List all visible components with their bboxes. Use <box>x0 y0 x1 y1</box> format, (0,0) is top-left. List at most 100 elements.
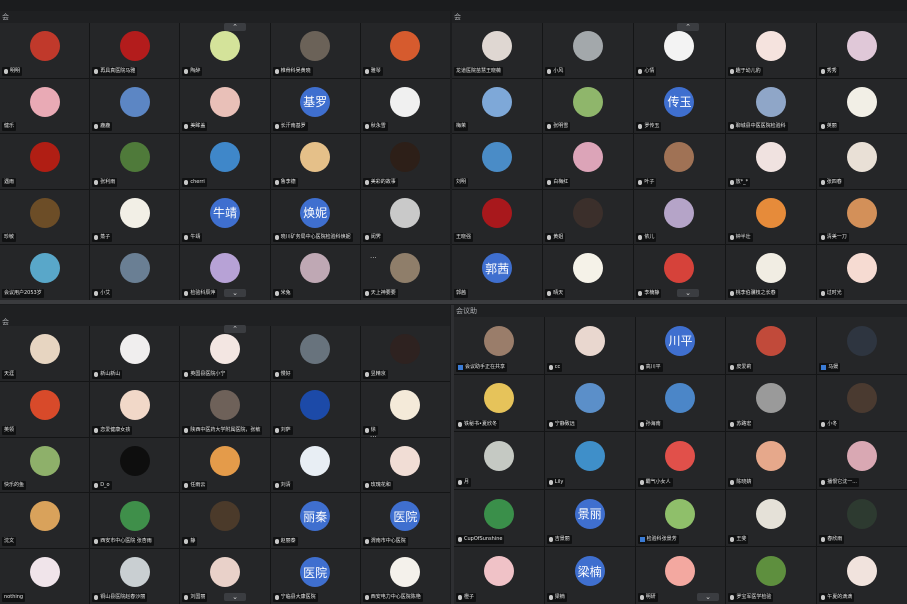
participant-tile[interactable]: 静 <box>180 493 270 549</box>
participant-tile[interactable]: 孙海南 <box>635 374 726 432</box>
participant-tile[interactable]: 快乐的鱼 <box>0 437 90 493</box>
participant-tile[interactable]: 刘萨 <box>270 381 360 437</box>
participant-tile[interactable]: 叶子 <box>634 134 725 189</box>
participant-tile[interactable]: 米兔 <box>270 245 360 300</box>
participant-tile[interactable]: nothing <box>0 549 90 604</box>
participant-tile[interactable]: 牛靖 牛靖 <box>180 189 270 245</box>
participant-tile[interactable]: 晴天 <box>543 245 634 300</box>
participant-tile[interactable]: 焕妮 晓川矿务局中心医院检验科焕妮 <box>270 189 360 245</box>
participant-tile[interactable]: 基罗 长汗南基罗 <box>270 78 360 134</box>
participant-tile[interactable]: 龙道医院苗慧王晓薇 <box>452 23 543 78</box>
participant-tile[interactable]: 川平 高川平 <box>635 317 726 374</box>
participant-tile[interactable]: 新山新山 <box>90 326 180 381</box>
participant-tile[interactable]: 沈文 <box>0 493 90 549</box>
more-dots[interactable]: ··· <box>370 254 377 262</box>
participant-tile[interactable]: 英丽 <box>816 78 907 134</box>
participant-tile[interactable]: 梁楠 梁楠 <box>544 547 635 604</box>
participant-tile[interactable]: 春欣雨 <box>817 489 907 547</box>
participant-tile[interactable]: 月 <box>454 432 544 489</box>
participant-tile[interactable]: 昱精京 <box>360 326 450 381</box>
participant-tile[interactable]: 闵霁 <box>360 189 450 245</box>
participant-tile[interactable]: 景丽 吉景丽 <box>544 489 635 547</box>
participant-tile[interactable]: 皮爱莉 <box>726 317 817 374</box>
participant-tile[interactable]: 美彩的故事 <box>360 134 450 189</box>
participant-tile[interactable]: 铜山县医院赵春沙丽 <box>90 549 180 604</box>
participant-tile[interactable]: 橙子 <box>454 547 544 604</box>
participant-tile[interactable]: 西安电力中心医院陈艳 <box>360 549 450 604</box>
scroll-down-button[interactable]: ⌄ <box>224 289 246 297</box>
participant-tile[interactable]: 鲁李德 <box>270 134 360 189</box>
participant-tile[interactable]: 任雨云 <box>180 437 270 493</box>
participant-tile[interactable]: 医院 宁临县大康医院 <box>270 549 360 604</box>
participant-tile[interactable]: 恋爱健康女孩 <box>90 381 180 437</box>
scroll-up-button[interactable]: ⌃ <box>224 23 246 31</box>
participant-tile[interactable]: 张四春 <box>816 134 907 189</box>
participant-tile[interactable]: 遇雨 <box>0 134 90 189</box>
participant-tile[interactable]: 王斐 <box>726 489 817 547</box>
participant-tile[interactable]: 钟半壮 <box>725 189 816 245</box>
participant-tile[interactable]: 苏路宏 <box>726 374 817 432</box>
participant-tile[interactable]: 鹿鹿 <box>90 78 180 134</box>
scroll-down-button[interactable]: ⌄ <box>224 593 246 601</box>
participant-tile[interactable]: 天涯 <box>0 326 90 381</box>
participant-tile[interactable]: 西安市中心医院 张杏雨 <box>90 493 180 549</box>
participant-tile[interactable]: 丽秦 赵丽泰 <box>270 493 360 549</box>
participant-tile[interactable]: 美眸盖 <box>180 78 270 134</box>
scroll-down-button[interactable]: ⌄ <box>697 593 719 601</box>
participant-tile[interactable]: 慢好 <box>270 326 360 381</box>
participant-tile[interactable]: 清美一刀 <box>816 189 907 245</box>
participant-tile[interactable]: 霸气小女人 <box>635 432 726 489</box>
participant-tile[interactable]: 英领 <box>0 381 90 437</box>
participant-tile[interactable]: 陶醉 <box>180 23 270 78</box>
participant-tile[interactable]: 依儿 <box>634 189 725 245</box>
participant-tile[interactable]: 过时光 <box>816 245 907 300</box>
participant-tile[interactable]: 郭茜 郭茜 <box>452 245 543 300</box>
participant-tile[interactable]: CupOfSunshine <box>454 489 544 547</box>
participant-tile[interactable]: 玫瑰花和 <box>360 437 450 493</box>
more-dots[interactable]: ··· <box>370 433 377 441</box>
participant-tile[interactable]: 铁秘书•夏欣冬 <box>454 374 544 432</box>
participant-tile[interactable]: Lily <box>544 432 635 489</box>
participant-tile[interactable]: 心情 <box>634 23 725 78</box>
participant-tile[interactable]: 马媛 <box>817 317 907 374</box>
participant-tile[interactable]: cc <box>544 317 635 374</box>
participant-tile[interactable]: 英国县医院小宁 <box>180 326 270 381</box>
participant-tile[interactable]: 桃李伯骥枝之长春 <box>725 245 816 300</box>
participant-tile[interactable]: 放*_* <box>725 134 816 189</box>
participant-tile[interactable]: 雅琴 <box>360 23 450 78</box>
scroll-up-button[interactable]: ⌃ <box>224 325 246 333</box>
participant-tile[interactable]: 刘清 <box>270 437 360 493</box>
scroll-up-button[interactable]: ⌃ <box>677 23 699 31</box>
participant-tile[interactable]: 椎骨科吴黄晓 <box>270 23 360 78</box>
participant-tile[interactable]: 再具真医院马雅 <box>90 23 180 78</box>
participant-tile[interactable]: 陕西中医药大学附属医院，张敏 <box>180 381 270 437</box>
participant-tile[interactable]: 张利雨 <box>90 134 180 189</box>
scroll-down-button[interactable]: ⌄ <box>677 289 699 297</box>
participant-tile[interactable]: 小冬 <box>817 374 907 432</box>
participant-tile[interactable]: 蒸子 <box>90 189 180 245</box>
participant-tile[interactable]: 珍敏 <box>0 189 90 245</box>
participant-tile[interactable]: 明明 <box>0 23 90 78</box>
participant-tile[interactable]: 刘明 <box>452 134 543 189</box>
participant-tile[interactable]: 会议助手正在共享 <box>454 317 544 374</box>
participant-tile[interactable]: 聊城县中医医院检验科 <box>725 78 816 134</box>
participant-tile[interactable]: 检验科张景芳 <box>635 489 726 547</box>
participant-tile[interactable]: 趣于幼儿豹 <box>725 23 816 78</box>
participant-tile[interactable]: 秋永雪 <box>360 78 450 134</box>
participant-tile[interactable]: 罗宝军医学检验 <box>726 547 817 604</box>
participant-tile[interactable]: 健乐 <box>0 78 90 134</box>
participant-tile[interactable]: 小风 <box>543 23 634 78</box>
participant-tile[interactable]: 黄姐 <box>543 189 634 245</box>
participant-tile[interactable]: 会议用户2053岁 <box>0 245 90 300</box>
participant-tile[interactable]: 午夏的滴滴 <box>817 547 907 604</box>
participant-tile[interactable]: 小艾 <box>90 245 180 300</box>
participant-tile[interactable]: 徐 <box>360 381 450 437</box>
participant-tile[interactable]: cherri <box>180 134 270 189</box>
participant-tile[interactable]: 传玉 罗传玉 <box>634 78 725 134</box>
participant-tile[interactable]: D_o <box>90 437 180 493</box>
participant-tile[interactable]: 秀秀 <box>816 23 907 78</box>
participant-tile[interactable]: 宁静致远 <box>544 374 635 432</box>
participant-tile[interactable]: 医院 渭南市中心医院 <box>360 493 450 549</box>
participant-tile[interactable]: 王晓强 <box>452 189 543 245</box>
participant-tile[interactable]: 播恨它沈一... <box>817 432 907 489</box>
